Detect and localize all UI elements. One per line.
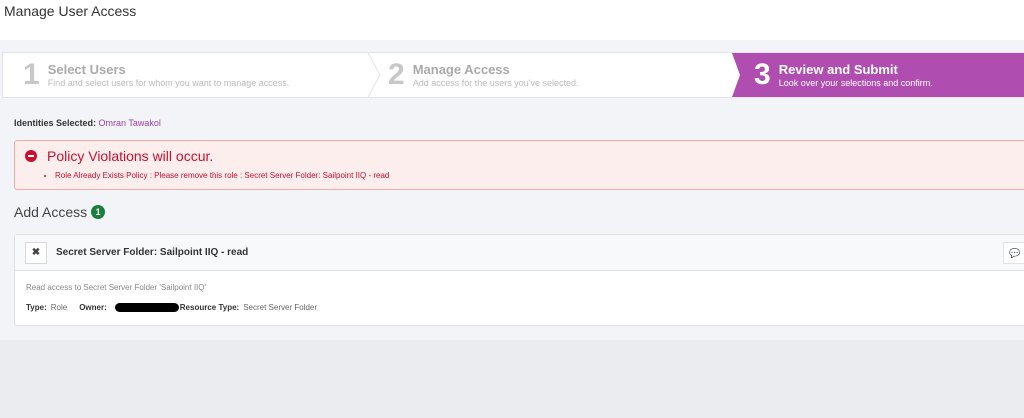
remove-button[interactable]: ✖	[25, 242, 47, 264]
access-item-description: Read access to Secret Server Folder 'Sai…	[26, 283, 207, 292]
type-label: Type:	[26, 303, 47, 312]
step-title: Manage Access	[412, 62, 510, 77]
add-access-heading: Add Access 1	[14, 204, 106, 220]
step-number: 1	[23, 58, 40, 91]
page-title: Manage User Access	[4, 3, 137, 19]
comment-button[interactable]: 💬	[1003, 242, 1024, 264]
main-content: 1 Select Users Find and select users for …	[0, 40, 1024, 340]
step-number: 2	[388, 58, 405, 91]
access-item-title: Secret Server Folder: Sailpoint IIQ - re…	[56, 247, 249, 258]
add-access-title: Add Access	[14, 204, 88, 220]
access-item-meta: Type: Role Owner: Resource Type: Secret Se…	[26, 303, 317, 312]
step-description: Find and select users for whom you want …	[47, 78, 290, 88]
step-select-users[interactable]: 1 Select Users Find and select users for …	[23, 53, 289, 97]
identities-label: Identities Selected:	[14, 118, 97, 128]
resource-type-label: Resource Type:	[179, 303, 240, 312]
type-value: Role	[50, 303, 68, 312]
step-manage-access[interactable]: 2 Manage Access Add access for the users …	[388, 53, 579, 97]
identity-link[interactable]: Omran Tawakol	[99, 118, 161, 128]
alert-title: Policy Violations will occur.	[47, 148, 214, 164]
resource-type-value: Secret Server Folder	[243, 303, 318, 312]
owner-label: Owner:	[79, 303, 107, 312]
header: Manage User Access	[0, 0, 1024, 40]
wizard-steps: 1 Select Users Find and select users for …	[2, 52, 1024, 98]
access-item-card: ✖ Secret Server Folder: Sailpoint IIQ - …	[14, 234, 1024, 326]
step-title: Review and Submit	[778, 62, 898, 77]
owner-redacted	[114, 303, 179, 312]
step-review-submit[interactable]: 3 Review and Submit Look over your select…	[732, 53, 1024, 97]
violation-item: Role Already Exists Policy : Please remo…	[55, 171, 389, 180]
step-description: Look over your selections and confirm.	[778, 78, 933, 88]
step-title: Select Users	[47, 62, 126, 77]
step-description: Add access for the users you've selected…	[412, 78, 579, 88]
policy-violation-alert: Policy Violations will occur. Role Alrea…	[14, 140, 1024, 190]
count-badge: 1	[91, 205, 106, 219]
step-number: 3	[754, 58, 771, 91]
identities-selected: Identities Selected: Omran Tawakol	[14, 118, 161, 128]
step-separator-icon	[368, 53, 381, 97]
no-entry-icon	[25, 150, 37, 162]
step-arrow-icon	[732, 53, 740, 97]
